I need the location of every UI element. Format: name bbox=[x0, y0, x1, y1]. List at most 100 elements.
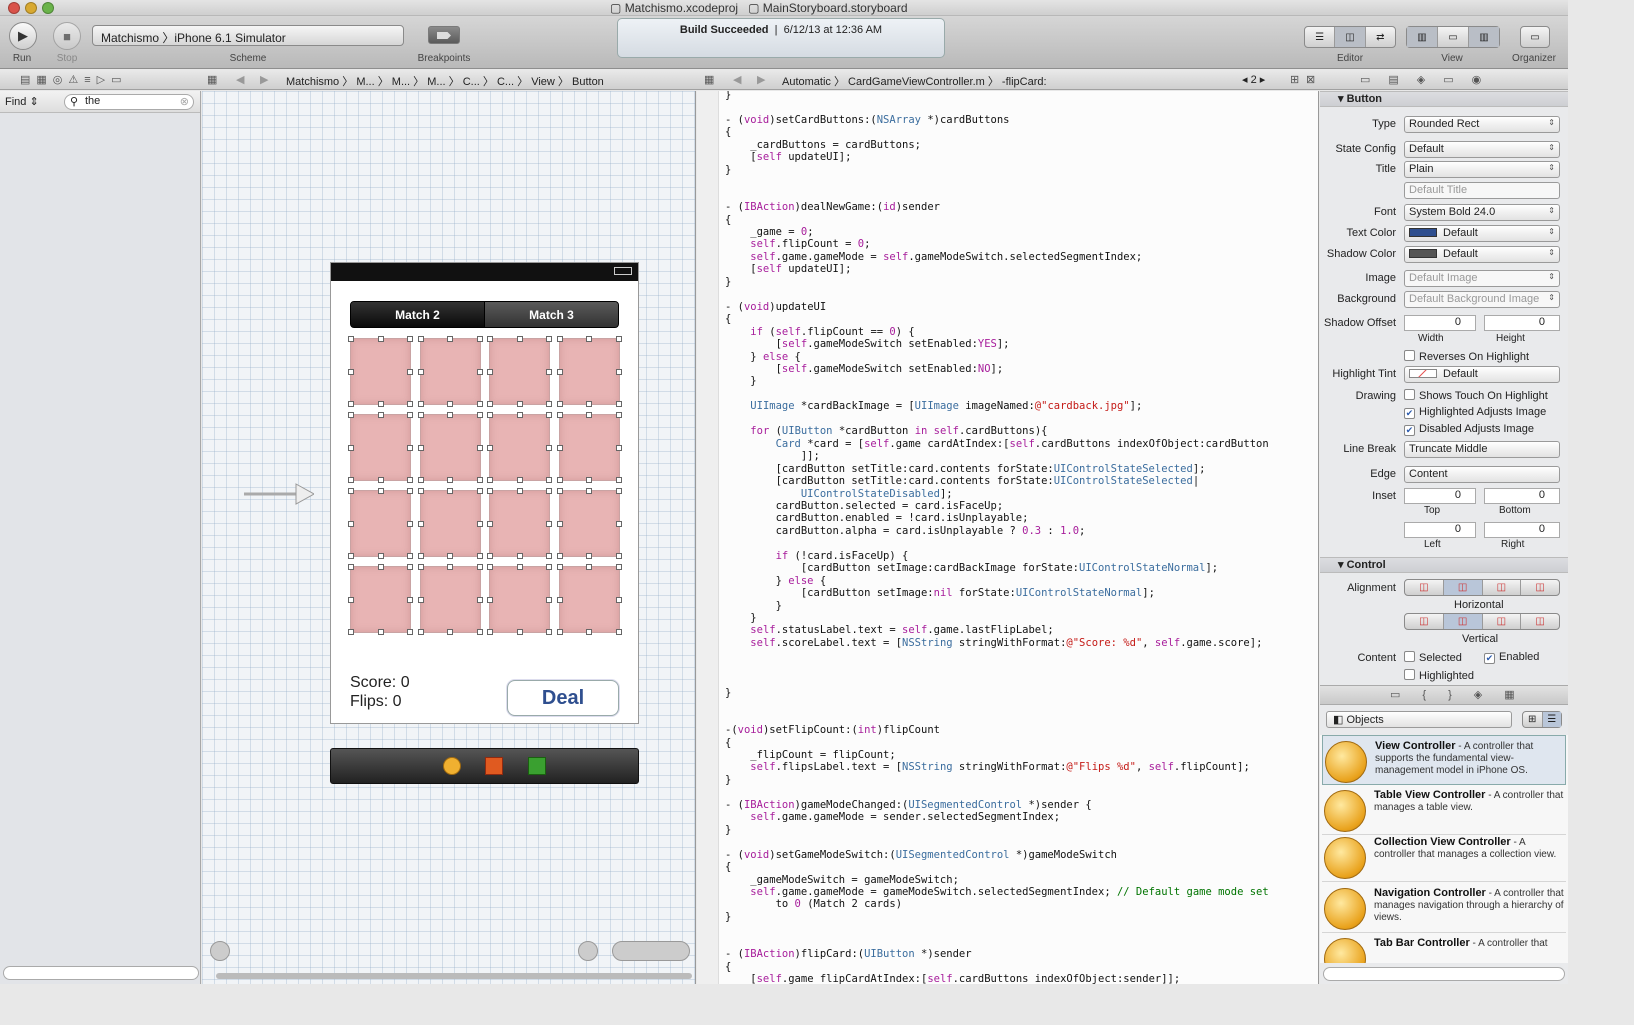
resize-handle[interactable] bbox=[586, 336, 592, 342]
resize-handle[interactable] bbox=[348, 477, 354, 483]
library-filter-field[interactable] bbox=[1323, 967, 1565, 981]
card-button[interactable] bbox=[487, 336, 552, 407]
selected-checkbox[interactable]: Selected bbox=[1404, 651, 1462, 664]
card-button[interactable] bbox=[487, 488, 552, 559]
resize-handle[interactable] bbox=[476, 401, 483, 407]
find-input[interactable]: ⚲ the ⊗ bbox=[64, 94, 194, 110]
assistant-file[interactable]: CardGameViewController.m bbox=[848, 76, 985, 88]
card-button[interactable] bbox=[556, 564, 622, 635]
resize-handle[interactable] bbox=[487, 520, 493, 527]
resize-handle[interactable] bbox=[348, 412, 354, 418]
resize-handle[interactable] bbox=[476, 564, 483, 570]
card-button[interactable] bbox=[348, 488, 413, 559]
resize-handle[interactable] bbox=[487, 401, 493, 407]
resize-handle[interactable] bbox=[546, 401, 552, 407]
disabled-adjusts-checkbox[interactable]: ✔ Disabled Adjusts Image bbox=[1404, 423, 1534, 436]
resize-handle[interactable] bbox=[447, 553, 453, 559]
inspector-row-field[interactable]: Default ⇕ bbox=[1404, 246, 1560, 263]
card-button[interactable] bbox=[417, 564, 483, 635]
library-item[interactable]: Navigation Controller - A controller tha… bbox=[1322, 883, 1566, 933]
align-right-icon[interactable]: ◫ bbox=[1483, 580, 1522, 595]
resize-handle[interactable] bbox=[556, 629, 563, 635]
resize-handle[interactable] bbox=[417, 368, 424, 375]
resize-handle[interactable] bbox=[476, 336, 483, 342]
filter-field[interactable] bbox=[3, 966, 199, 980]
editor-mode-control[interactable]: ☰ ◫ ⇄ bbox=[1304, 26, 1396, 48]
resize-handle[interactable] bbox=[417, 336, 424, 342]
debug-area-toggle-icon[interactable]: ▭ bbox=[1438, 27, 1469, 47]
align-top-icon[interactable]: ◫ bbox=[1405, 614, 1444, 629]
resize-handle[interactable] bbox=[417, 520, 424, 527]
resize-handle[interactable] bbox=[487, 477, 493, 483]
edge-popup[interactable]: Content bbox=[1404, 466, 1560, 483]
navigator-toggle-icon[interactable]: ▥ bbox=[1407, 27, 1438, 47]
resize-handle[interactable] bbox=[407, 488, 413, 494]
forward-arrow-icon[interactable]: ▶ bbox=[260, 73, 268, 86]
assistant-breadcrumb[interactable]: Automatic 〉 CardGameViewController.m 〉 -… bbox=[782, 73, 1047, 89]
align-center-icon[interactable]: ◫ bbox=[1443, 580, 1483, 595]
resize-handle[interactable] bbox=[476, 553, 483, 559]
close-assistant-icon[interactable]: ⊠ bbox=[1306, 73, 1315, 86]
align-left-icon[interactable]: ◫ bbox=[1405, 580, 1444, 595]
resize-handle[interactable] bbox=[407, 553, 413, 559]
resize-handle[interactable] bbox=[487, 444, 493, 451]
resize-handle[interactable] bbox=[348, 553, 354, 559]
card-button[interactable] bbox=[487, 564, 552, 635]
card-button[interactable] bbox=[487, 412, 552, 483]
resize-handle[interactable] bbox=[487, 488, 493, 494]
resize-handle[interactable] bbox=[516, 564, 523, 570]
align-bottom-icon[interactable]: ◫ bbox=[1483, 614, 1522, 629]
inspector-row-field[interactable]: Default Title bbox=[1404, 182, 1560, 199]
resize-handle[interactable] bbox=[516, 412, 523, 418]
organizer-button[interactable]: ▭ bbox=[1520, 26, 1550, 48]
view-control[interactable]: ▥ ▭ ▥ bbox=[1406, 26, 1500, 48]
reverses-on-highlight-checkbox[interactable]: Reverses On Highlight bbox=[1404, 350, 1529, 363]
breadcrumb-item[interactable]: M... bbox=[427, 76, 445, 88]
shows-touch-checkbox[interactable]: Shows Touch On Highlight bbox=[1404, 389, 1548, 402]
assistant-back-icon[interactable]: ◀ bbox=[733, 73, 741, 86]
resize-handle[interactable] bbox=[487, 564, 493, 570]
resize-handle[interactable] bbox=[615, 629, 622, 635]
resize-handle[interactable] bbox=[546, 488, 552, 494]
resize-handle[interactable] bbox=[348, 444, 354, 451]
resize-handle[interactable] bbox=[556, 412, 563, 418]
resize-handle[interactable] bbox=[377, 553, 384, 559]
resize-handle[interactable] bbox=[586, 477, 592, 483]
resize-handle[interactable] bbox=[516, 336, 523, 342]
grid-view-icon[interactable]: ⊞ bbox=[1523, 712, 1543, 727]
resize-handle[interactable] bbox=[546, 477, 552, 483]
library-selector[interactable]: ▭{}◈▦ bbox=[1320, 685, 1568, 705]
resize-handle[interactable] bbox=[348, 488, 354, 494]
resize-handle[interactable] bbox=[377, 336, 384, 342]
resize-handle[interactable] bbox=[516, 401, 523, 407]
segment-match-3[interactable]: Match 3 bbox=[484, 302, 618, 327]
resize-handle[interactable] bbox=[407, 564, 413, 570]
breadcrumb-item[interactable]: M... bbox=[356, 76, 374, 88]
resize-handle[interactable] bbox=[556, 477, 563, 483]
document-outline-toggle[interactable] bbox=[210, 941, 230, 961]
find-mode-selector[interactable]: Find ⇕ bbox=[5, 95, 39, 108]
resize-handle[interactable] bbox=[407, 477, 413, 483]
resize-handle[interactable] bbox=[516, 488, 523, 494]
vertical-alignment-control[interactable]: ◫ ◫ ◫ ◫ bbox=[1404, 613, 1560, 630]
resize-handle[interactable] bbox=[377, 412, 384, 418]
view-controller-scene[interactable]: Match 2 Match 3 Score: 0 Flips: 0 Deal bbox=[330, 262, 639, 724]
resize-handle[interactable] bbox=[407, 368, 413, 375]
resize-handle[interactable] bbox=[417, 553, 424, 559]
resize-handle[interactable] bbox=[417, 412, 424, 418]
resize-handle[interactable] bbox=[447, 412, 453, 418]
resize-handle[interactable] bbox=[377, 477, 384, 483]
resize-handle[interactable] bbox=[487, 368, 493, 375]
resize-handle[interactable] bbox=[615, 477, 622, 483]
resize-handle[interactable] bbox=[615, 564, 622, 570]
resize-handle[interactable] bbox=[546, 629, 552, 635]
assistant-code-editor[interactable]: } - (void)setCardButtons:(NSArray *)card… bbox=[697, 91, 1319, 984]
first-responder-icon[interactable] bbox=[443, 757, 461, 775]
list-view-icon[interactable]: ☰ bbox=[1542, 712, 1561, 727]
resize-handle[interactable] bbox=[407, 596, 413, 603]
related-items-icon[interactable]: ▦ bbox=[207, 73, 217, 86]
resize-handle[interactable] bbox=[615, 336, 622, 342]
card-button[interactable] bbox=[556, 488, 622, 559]
resize-handle[interactable] bbox=[417, 401, 424, 407]
resize-handle[interactable] bbox=[476, 477, 483, 483]
